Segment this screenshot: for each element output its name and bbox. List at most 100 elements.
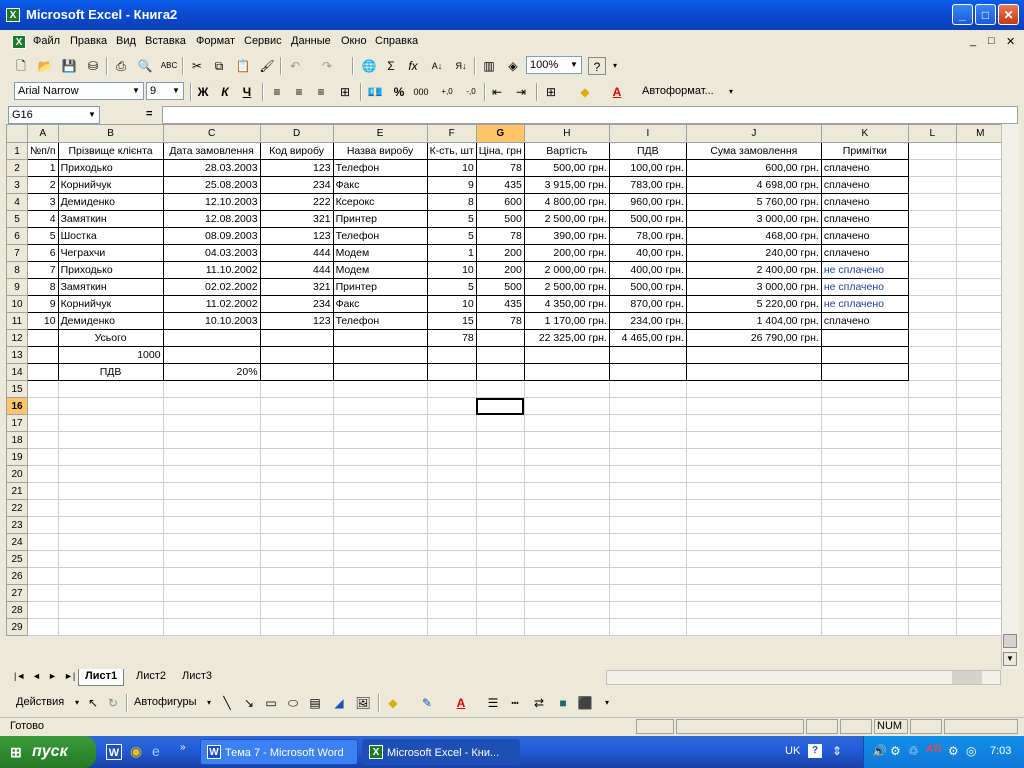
tab-sheet3[interactable]: Лист3: [176, 669, 218, 685]
cell-e14[interactable]: [332, 363, 428, 381]
cell-m13[interactable]: [955, 346, 1005, 364]
cell-i3[interactable]: 783,00 грн.: [608, 176, 687, 194]
cell-j6[interactable]: 468,00 грн.: [685, 227, 822, 245]
cell-k7[interactable]: сплачено: [820, 244, 909, 262]
cell-b3[interactable]: Корнийчук: [57, 176, 164, 194]
cell-g26[interactable]: [475, 567, 525, 585]
cell-l4[interactable]: [907, 193, 957, 211]
cell-i4[interactable]: 960,00 грн.: [608, 193, 687, 211]
cell-h19[interactable]: [523, 448, 610, 466]
cell-k19[interactable]: [820, 448, 909, 466]
cell-l29[interactable]: [907, 618, 957, 636]
cell-k11[interactable]: сплачено: [820, 312, 909, 330]
row-header-11[interactable]: 11: [6, 312, 28, 330]
cell-a1[interactable]: №п/п: [27, 142, 59, 160]
formula-input[interactable]: [162, 106, 1018, 124]
hscroll-thumb[interactable]: [952, 671, 982, 684]
cell-d18[interactable]: [259, 431, 334, 449]
print-icon[interactable]: ⎙: [112, 57, 130, 75]
cell-e5[interactable]: Принтер: [332, 210, 428, 228]
cell-d25[interactable]: [259, 550, 334, 568]
align-center-icon[interactable]: ≡: [290, 83, 308, 101]
cell-m28[interactable]: [955, 601, 1005, 619]
cell-e3[interactable]: Факс: [332, 176, 428, 194]
cell-h12[interactable]: 22 325,00 грн.: [523, 329, 610, 347]
cell-i21[interactable]: [608, 482, 687, 500]
cell-h14[interactable]: [523, 363, 610, 381]
cell-m15[interactable]: [955, 380, 1005, 398]
cell-b8[interactable]: Приходько: [57, 261, 164, 279]
chevron-down-icon[interactable]: ▼: [130, 84, 142, 98]
row-header-4[interactable]: 4: [6, 193, 28, 211]
cell-e28[interactable]: [332, 601, 428, 619]
cell-e21[interactable]: [332, 482, 428, 500]
cell-e24[interactable]: [332, 533, 428, 551]
cell-c26[interactable]: [162, 567, 261, 585]
cell-d13[interactable]: [259, 346, 334, 364]
cell-j20[interactable]: [685, 465, 822, 483]
cell-f23[interactable]: [426, 516, 477, 534]
media-quicklaunch-icon[interactable]: ◉: [130, 743, 142, 760]
cell-a10[interactable]: 9: [27, 295, 59, 313]
toolbar-options-icon[interactable]: ▾: [598, 694, 616, 712]
cell-i1[interactable]: ПДВ: [608, 142, 687, 160]
cell-i27[interactable]: [608, 584, 687, 602]
cell-i19[interactable]: [608, 448, 687, 466]
cell-j8[interactable]: 2 400,00 грн.: [685, 261, 822, 279]
percent-button[interactable]: %: [390, 83, 408, 101]
cell-e10[interactable]: Факс: [332, 295, 428, 313]
toolbar-options-icon[interactable]: ▾: [606, 57, 624, 75]
cell-k29[interactable]: [820, 618, 909, 636]
cell-m16[interactable]: [955, 397, 1005, 415]
cell-e22[interactable]: [332, 499, 428, 517]
cell-h22[interactable]: [523, 499, 610, 517]
row-header-16[interactable]: 16: [6, 397, 28, 415]
column-header-b[interactable]: B: [57, 124, 164, 143]
cell-m18[interactable]: [955, 431, 1005, 449]
chevron-down-icon[interactable]: ▼: [568, 58, 580, 72]
cell-c28[interactable]: [162, 601, 261, 619]
cell-j15[interactable]: [685, 380, 822, 398]
cell-j25[interactable]: [685, 550, 822, 568]
cell-l25[interactable]: [907, 550, 957, 568]
cell-l7[interactable]: [907, 244, 957, 262]
tray-settings-icon[interactable]: ⚙: [948, 744, 959, 758]
cell-c8[interactable]: 11.10.2002: [162, 261, 261, 279]
tab-sheet2[interactable]: Лист2: [130, 669, 172, 685]
cell-h13[interactable]: [523, 346, 610, 364]
cell-h18[interactable]: [523, 431, 610, 449]
cell-c18[interactable]: [162, 431, 261, 449]
cell-h16[interactable]: [523, 397, 610, 415]
cell-a14[interactable]: [27, 363, 59, 381]
cell-j4[interactable]: 5 760,00 грн.: [685, 193, 822, 211]
cell-j10[interactable]: 5 220,00 грн.: [685, 295, 822, 313]
cell-i8[interactable]: 400,00 грн.: [608, 261, 687, 279]
cell-k14[interactable]: [820, 363, 909, 381]
cell-b22[interactable]: [57, 499, 164, 517]
cell-g23[interactable]: [475, 516, 525, 534]
zoom-select[interactable]: 100% ▼: [526, 56, 582, 74]
cell-m22[interactable]: [955, 499, 1005, 517]
cell-k15[interactable]: [820, 380, 909, 398]
column-header-a[interactable]: A: [27, 124, 59, 143]
cell-f14[interactable]: [426, 363, 477, 381]
text-box-icon[interactable]: ▤: [306, 694, 324, 712]
cell-i24[interactable]: [608, 533, 687, 551]
cell-b20[interactable]: [57, 465, 164, 483]
cell-j19[interactable]: [685, 448, 822, 466]
vertical-scrollbar[interactable]: ▼: [1001, 124, 1019, 669]
cell-f12[interactable]: 78: [426, 329, 477, 347]
cell-d21[interactable]: [259, 482, 334, 500]
cell-b9[interactable]: Замяткин: [57, 278, 164, 296]
fill-color-icon[interactable]: ◆: [576, 83, 594, 101]
minimize-button[interactable]: _: [952, 4, 973, 25]
cell-l22[interactable]: [907, 499, 957, 517]
cell-g27[interactable]: [475, 584, 525, 602]
cell-j3[interactable]: 4 698,00 грн.: [685, 176, 822, 194]
cell-k12[interactable]: [820, 329, 909, 347]
print-preview-icon[interactable]: 🔍: [136, 57, 154, 75]
cell-k23[interactable]: [820, 516, 909, 534]
cell-e23[interactable]: [332, 516, 428, 534]
cell-i23[interactable]: [608, 516, 687, 534]
cell-j27[interactable]: [685, 584, 822, 602]
